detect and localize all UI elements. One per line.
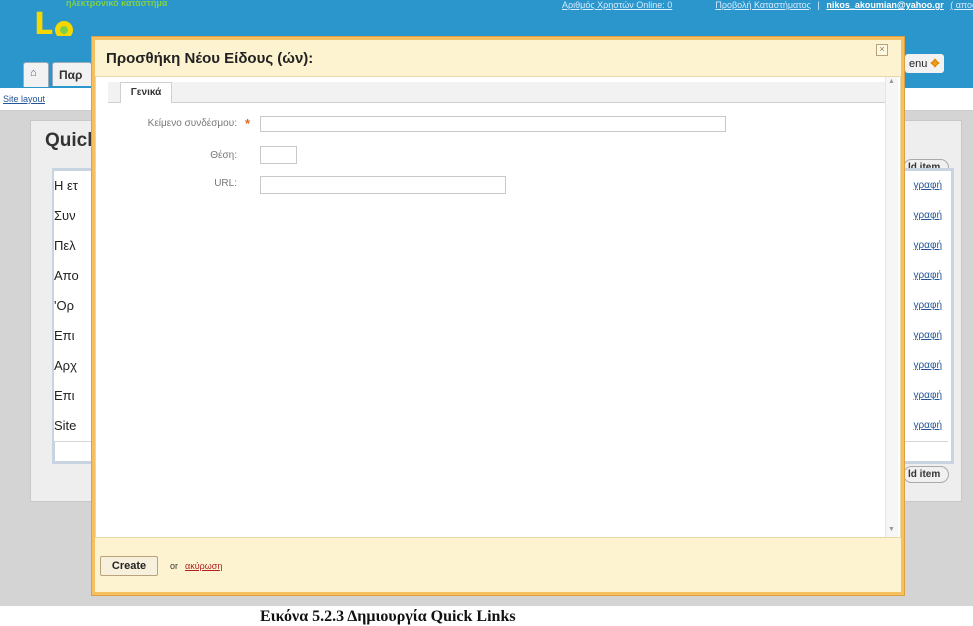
view-store-link[interactable]: Προβολή Καταστήματος [715, 0, 811, 10]
lemonion-logo: L [34, 7, 73, 36]
position-input[interactable] [260, 146, 297, 164]
row-edit-link[interactable]: γραφή [913, 420, 942, 431]
create-button[interactable]: Create [100, 556, 158, 576]
user-email-link[interactable]: nikos_akoumian@yahoo.gr [826, 0, 943, 10]
tab-first[interactable]: Παρ [52, 62, 92, 86]
required-marker: * [245, 116, 251, 131]
row-label: Επι [54, 388, 75, 403]
move-icon: ✥ [930, 58, 940, 70]
home-tab[interactable]: ⌂ [23, 62, 49, 87]
url-input[interactable] [260, 176, 506, 194]
row-label: Απο [54, 268, 79, 283]
section-title: Quick [45, 130, 98, 151]
close-icon[interactable]: × [876, 44, 888, 56]
row-edit-link[interactable]: γραφή [913, 390, 942, 401]
add-item-button-bottom[interactable]: ld item [903, 466, 950, 483]
tab-general[interactable]: Γενικά [120, 82, 172, 103]
logout-link[interactable]: ( αποσύνδεση ▸ ) [950, 0, 973, 10]
row-label: Η ετ [54, 178, 78, 193]
separator: | [817, 0, 820, 10]
scroll-up-icon[interactable]: ▲ [888, 78, 895, 85]
home-icon: ⌂ [30, 67, 37, 79]
row-edit-link[interactable]: γραφή [913, 240, 942, 251]
position-label: Θέση: [210, 150, 237, 161]
row-label: Επι [54, 328, 75, 343]
modal-title: Προσθήκη Νέου Είδους (ών): [106, 50, 314, 67]
row-edit-link[interactable]: γραφή [913, 180, 942, 191]
row-label: Συν [54, 208, 76, 223]
modal-scrollbar[interactable] [885, 77, 898, 537]
figure-caption: Εικόνα 5.2.3 Δημιουργία Quick Links [260, 608, 516, 625]
row-label: 'Ορ [54, 298, 74, 313]
row-label: Πελ [54, 238, 76, 253]
or-text: or [170, 561, 179, 571]
row-edit-link[interactable]: γραφή [913, 210, 942, 221]
modal-body [95, 76, 901, 538]
link-text-input[interactable] [260, 116, 726, 132]
row-label: Αρχ [54, 358, 77, 373]
modal-tab-strip [108, 82, 886, 103]
link-text-label: Κείμενο συνδέσμου: [147, 118, 237, 129]
users-online-link[interactable]: Αριθμός Χρηστών Online: 0 [562, 0, 672, 10]
cancel-link[interactable]: ακύρωση [185, 561, 222, 571]
svg-text:L: L [34, 7, 53, 36]
url-label: URL: [214, 178, 237, 189]
row-edit-link[interactable]: γραφή [913, 300, 942, 311]
row-label: Site [54, 418, 77, 433]
top-links: Αριθμός Χρηστών Online: 0 Προβολή Καταστ… [560, 0, 973, 11]
site-layout-link[interactable]: Site layout [3, 94, 45, 104]
row-edit-link[interactable]: γραφή [913, 270, 942, 281]
menu-tab[interactable]: enu ✥ [905, 54, 944, 73]
row-edit-link[interactable]: γραφή [913, 360, 942, 371]
row-edit-link[interactable]: γραφή [913, 330, 942, 341]
scroll-down-icon[interactable]: ▼ [888, 526, 895, 533]
